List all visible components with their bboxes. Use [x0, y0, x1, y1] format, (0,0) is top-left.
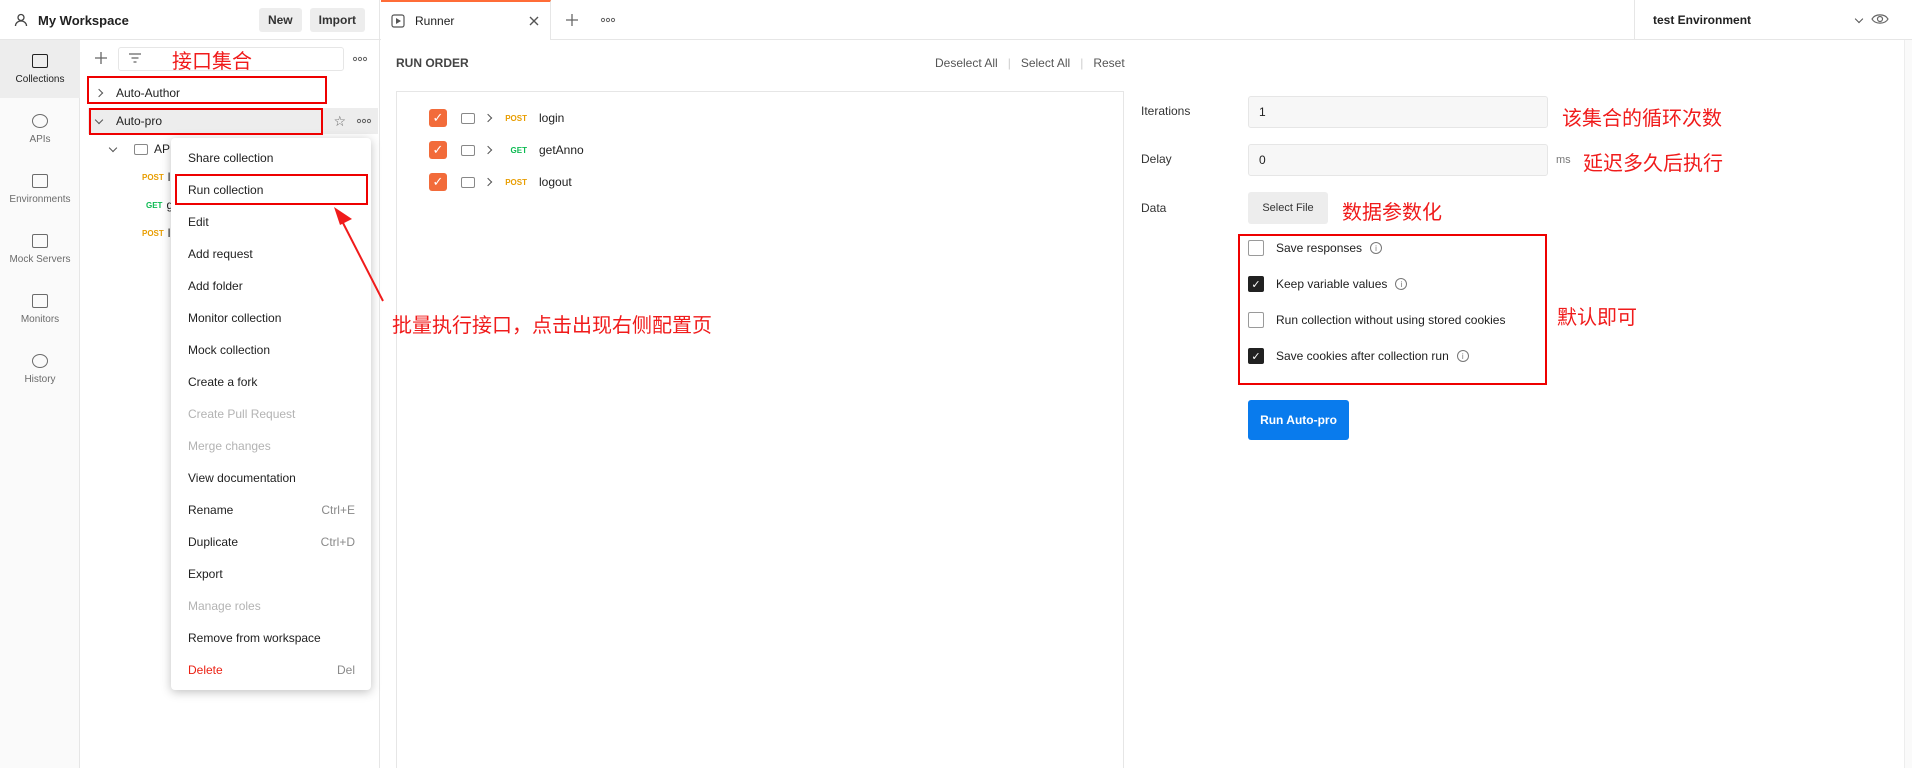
more-icon[interactable] [352, 56, 368, 62]
workspace-header: My Workspace New Import [0, 0, 380, 40]
deselect-all-button[interactable]: Deselect All [935, 56, 998, 70]
menu-merge-changes: Merge changes [188, 439, 271, 453]
data-label: Data [1141, 201, 1167, 215]
tab-runner[interactable]: Runner [381, 0, 551, 40]
delay-input[interactable]: 0 [1248, 144, 1548, 176]
environments-icon [32, 173, 48, 188]
workspace-name[interactable]: My Workspace [38, 13, 129, 28]
eye-icon[interactable] [1871, 12, 1889, 26]
run-order-actions: Deselect All | Select All | Reset [935, 56, 1125, 70]
menu-duplicate[interactable]: Duplicate Ctrl+D [171, 526, 371, 558]
delay-unit: ms [1556, 154, 1571, 166]
run-order-item[interactable]: ✓ POST logout [429, 170, 572, 194]
chevron-down-icon [108, 143, 118, 152]
menu-share-collection[interactable]: Share collection [171, 142, 371, 174]
more-tabs-icon[interactable] [600, 17, 616, 23]
collections-icon [32, 53, 48, 68]
chevron-right-icon[interactable] [483, 113, 493, 123]
menu-export[interactable]: Export [171, 558, 371, 590]
annotation-box-collection [87, 76, 327, 104]
reset-button[interactable]: Reset [1093, 56, 1124, 70]
annotation-iterations: 该集合的循环次数 [1562, 106, 1722, 130]
nav-collections[interactable]: Collections [0, 40, 80, 98]
folder-icon [461, 176, 475, 188]
run-order-item[interactable]: ✓ POST login [429, 106, 564, 130]
runner-icon [391, 14, 405, 28]
annotation-box-collection [89, 108, 323, 135]
run-collection-button[interactable]: Run Auto-pro [1248, 400, 1349, 440]
annotation-delay: 延迟多久后执行 [1583, 151, 1723, 175]
annotation-data: 数据参数化 [1342, 200, 1442, 224]
checkbox-checked[interactable]: ✓ [429, 173, 447, 191]
environment-selector[interactable]: test Environment [1634, 0, 1880, 40]
menu-monitor-collection[interactable]: Monitor collection [171, 302, 371, 334]
checkbox-checked[interactable]: ✓ [429, 109, 447, 127]
import-button[interactable]: Import [309, 8, 365, 32]
menu-rename[interactable]: Rename Ctrl+E [171, 494, 371, 526]
close-icon[interactable] [528, 15, 540, 27]
scrollbar[interactable] [1904, 40, 1912, 768]
menu-delete[interactable]: Delete Del [171, 654, 371, 686]
select-file-button[interactable]: Select File [1248, 192, 1328, 224]
new-button[interactable]: New [258, 8, 302, 32]
menu-manage-roles: Manage roles [188, 599, 261, 613]
run-order-list: ✓ POST login ✓ GET getAnno ✓ POST logout [396, 91, 1124, 768]
history-icon [32, 353, 48, 368]
left-nav: Collections APIs Environments Mock Serve… [0, 40, 80, 768]
nav-apis[interactable]: APIs [0, 100, 80, 158]
apis-icon [32, 113, 48, 128]
run-order-item[interactable]: ✓ GET getAnno [429, 138, 584, 162]
iterations-label: Iterations [1141, 104, 1191, 118]
run-order-title: RUN ORDER [396, 56, 469, 70]
chevron-right-icon[interactable] [483, 177, 493, 187]
add-icon[interactable] [94, 51, 108, 65]
annotation-run: 批量执行接口，点击出现右侧配置页 [392, 313, 712, 337]
nav-environments[interactable]: Environments [0, 160, 80, 218]
menu-mock-collection[interactable]: Mock collection [171, 334, 371, 366]
tab-label: Runner [415, 14, 455, 28]
menu-remove-from-workspace[interactable]: Remove from workspace [171, 622, 371, 654]
environment-name: test Environment [1653, 13, 1752, 27]
annotation-box-run [175, 174, 368, 205]
user-icon [14, 13, 28, 27]
nav-monitors[interactable]: Monitors [0, 280, 80, 338]
annotation-arrow [334, 207, 384, 302]
more-icon[interactable] [356, 118, 372, 124]
mock-servers-icon [32, 233, 48, 248]
select-all-button[interactable]: Select All [1021, 56, 1070, 70]
folder-icon [461, 144, 475, 156]
annotation-options: 默认即可 [1557, 305, 1637, 329]
menu-create-pull-request: Create Pull Request [188, 407, 296, 421]
checkbox-checked[interactable]: ✓ [429, 141, 447, 159]
monitors-icon [32, 293, 48, 308]
folder-icon [134, 143, 148, 155]
nav-mock-servers[interactable]: Mock Servers [0, 220, 80, 278]
chevron-down-icon [1854, 14, 1864, 23]
menu-view-documentation[interactable]: View documentation [171, 462, 371, 494]
annotation-box-options [1238, 234, 1547, 385]
star-icon[interactable]: ☆ [333, 113, 346, 130]
annotation-collections: 接口集合 [172, 49, 252, 73]
chevron-right-icon[interactable] [483, 145, 493, 155]
nav-history[interactable]: History [0, 340, 80, 398]
menu-create-fork[interactable]: Create a fork [171, 366, 371, 398]
iterations-input[interactable]: 1 [1248, 96, 1548, 128]
delay-label: Delay [1141, 152, 1172, 166]
new-tab-icon[interactable] [565, 13, 579, 27]
folder-icon [461, 112, 475, 124]
